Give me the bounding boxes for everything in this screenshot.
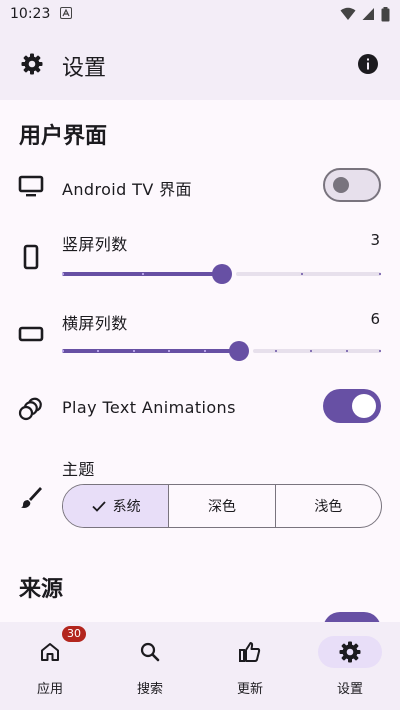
section-title-source: 来源 (19, 577, 64, 602)
phone-portrait-icon (23, 244, 39, 270)
theme-label: 主题 (62, 460, 95, 479)
nav-label: 应用 (36, 682, 63, 697)
animation-icon (18, 397, 42, 421)
status-bar: 10:23 (0, 0, 400, 28)
battery-icon (381, 6, 390, 21)
android-tv-label: Android TV 界面 (62, 180, 192, 199)
theme-option-label: 系统 (112, 499, 141, 515)
nav-item-apps[interactable]: 30 应用 (0, 622, 100, 710)
slider-thumb[interactable] (212, 264, 232, 284)
android-tv-switch[interactable] (323, 168, 381, 202)
cell-signal-icon (362, 8, 374, 20)
theme-option-system[interactable]: 系统 (63, 485, 169, 527)
slider-tick (62, 273, 64, 275)
page-title: 设置 (62, 56, 107, 81)
portrait-columns-label: 竖屏列数 (62, 235, 128, 254)
phone-landscape-icon (18, 326, 44, 342)
landscape-columns-label: 横屏列数 (62, 314, 128, 333)
nav-item-updates[interactable]: 更新 (200, 622, 300, 710)
tv-icon (18, 175, 44, 197)
switch-knob (352, 394, 376, 418)
slider-tick (62, 350, 64, 352)
settings-gear-icon (21, 53, 43, 75)
top-app-bar: 设置 (0, 28, 400, 100)
notification-badge: 30 (62, 626, 86, 642)
text-animations-label: Play Text Animations (62, 398, 236, 417)
app-notification-icon (60, 7, 72, 19)
slider-inactive-track (236, 272, 381, 276)
nav-item-settings[interactable]: 设置 (300, 622, 400, 710)
slider-thumb[interactable] (229, 341, 249, 361)
landscape-columns-value: 6 (370, 310, 380, 328)
nav-label: 设置 (336, 682, 363, 697)
slider-tick (379, 350, 381, 352)
theme-segmented-control: 系统 深色 浅色 (62, 484, 382, 528)
switch-knob (333, 177, 349, 193)
search-icon (140, 642, 160, 662)
slider-tick (142, 273, 144, 275)
slider-inactive-track (253, 349, 381, 353)
theme-option-light[interactable]: 浅色 (274, 485, 381, 527)
slider-tick (379, 273, 381, 275)
bottom-navigation: 30 应用 搜索 更新 设置 (0, 622, 400, 710)
slider-tick (301, 273, 303, 275)
nav-item-search[interactable]: 搜索 (100, 622, 200, 710)
theme-option-label: 浅色 (314, 499, 343, 515)
slider-tick (204, 350, 206, 352)
thumb-up-icon (239, 642, 261, 662)
theme-option-label: 深色 (207, 499, 236, 515)
check-icon (92, 501, 106, 512)
text-animations-switch[interactable] (323, 389, 381, 423)
slider-tick (97, 350, 99, 352)
section-title-ui: 用户界面 (19, 124, 108, 149)
landscape-columns-slider[interactable] (62, 341, 381, 361)
wifi-icon (340, 7, 356, 20)
slider-active-track (62, 272, 218, 276)
slider-active-track (62, 349, 235, 353)
info-icon[interactable] (356, 52, 380, 76)
slider-tick (168, 350, 170, 352)
portrait-columns-value: 3 (370, 231, 380, 249)
slider-tick (310, 350, 312, 352)
nav-label: 更新 (236, 682, 263, 697)
theme-option-dark[interactable]: 深色 (168, 485, 274, 527)
slider-tick (346, 350, 348, 352)
slider-tick (133, 350, 135, 352)
gear-icon (339, 641, 361, 663)
slider-tick (275, 350, 277, 352)
nav-label: 搜索 (136, 682, 163, 697)
status-time: 10:23 (10, 6, 51, 22)
paintbrush-icon (21, 487, 42, 508)
home-icon (41, 643, 59, 661)
portrait-columns-slider[interactable] (62, 264, 381, 284)
